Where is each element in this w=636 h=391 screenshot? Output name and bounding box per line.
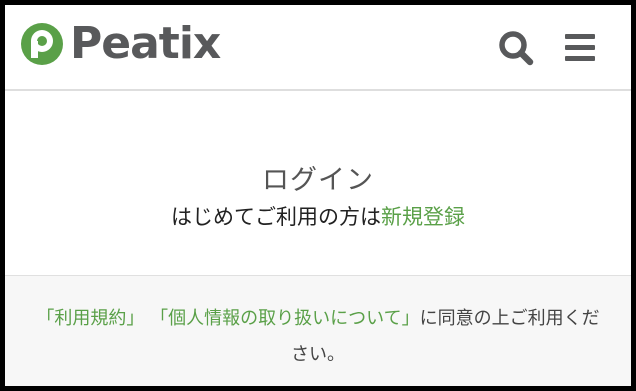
terms-of-use-link[interactable]: 「利用規約」 <box>36 308 144 329</box>
menu-button[interactable] <box>562 30 598 66</box>
hamburger-menu-icon <box>565 34 595 61</box>
signup-prefix-text: はじめてご利用の方は <box>171 205 381 229</box>
signup-prompt: はじめてご利用の方は新規登録 <box>5 203 631 231</box>
peatix-logo[interactable]: Peatix <box>20 18 221 69</box>
search-button[interactable] <box>497 28 537 68</box>
login-section: ログイン はじめてご利用の方は新規登録 <box>5 91 631 276</box>
header: Peatix <box>5 5 631 91</box>
app-frame: Peatix ログイン はじめてご利用の方は新規登録 「利用規約」 「個人情報の… <box>5 5 631 386</box>
privacy-policy-link[interactable]: 「個人情報の取り扱いについて」 <box>150 308 419 329</box>
terms-footer: 「利用規約」 「個人情報の取り扱いについて」に同意の上ご利用ください。 <box>5 276 631 386</box>
page-title: ログイン <box>262 165 374 196</box>
logo-wordmark: Peatix <box>70 18 221 69</box>
peatix-logo-icon <box>21 23 63 65</box>
terms-notice: 「利用規約」 「個人情報の取り扱いについて」に同意の上ご利用ください。 <box>35 301 601 373</box>
search-icon <box>499 31 534 66</box>
signup-link[interactable]: 新規登録 <box>381 205 465 229</box>
